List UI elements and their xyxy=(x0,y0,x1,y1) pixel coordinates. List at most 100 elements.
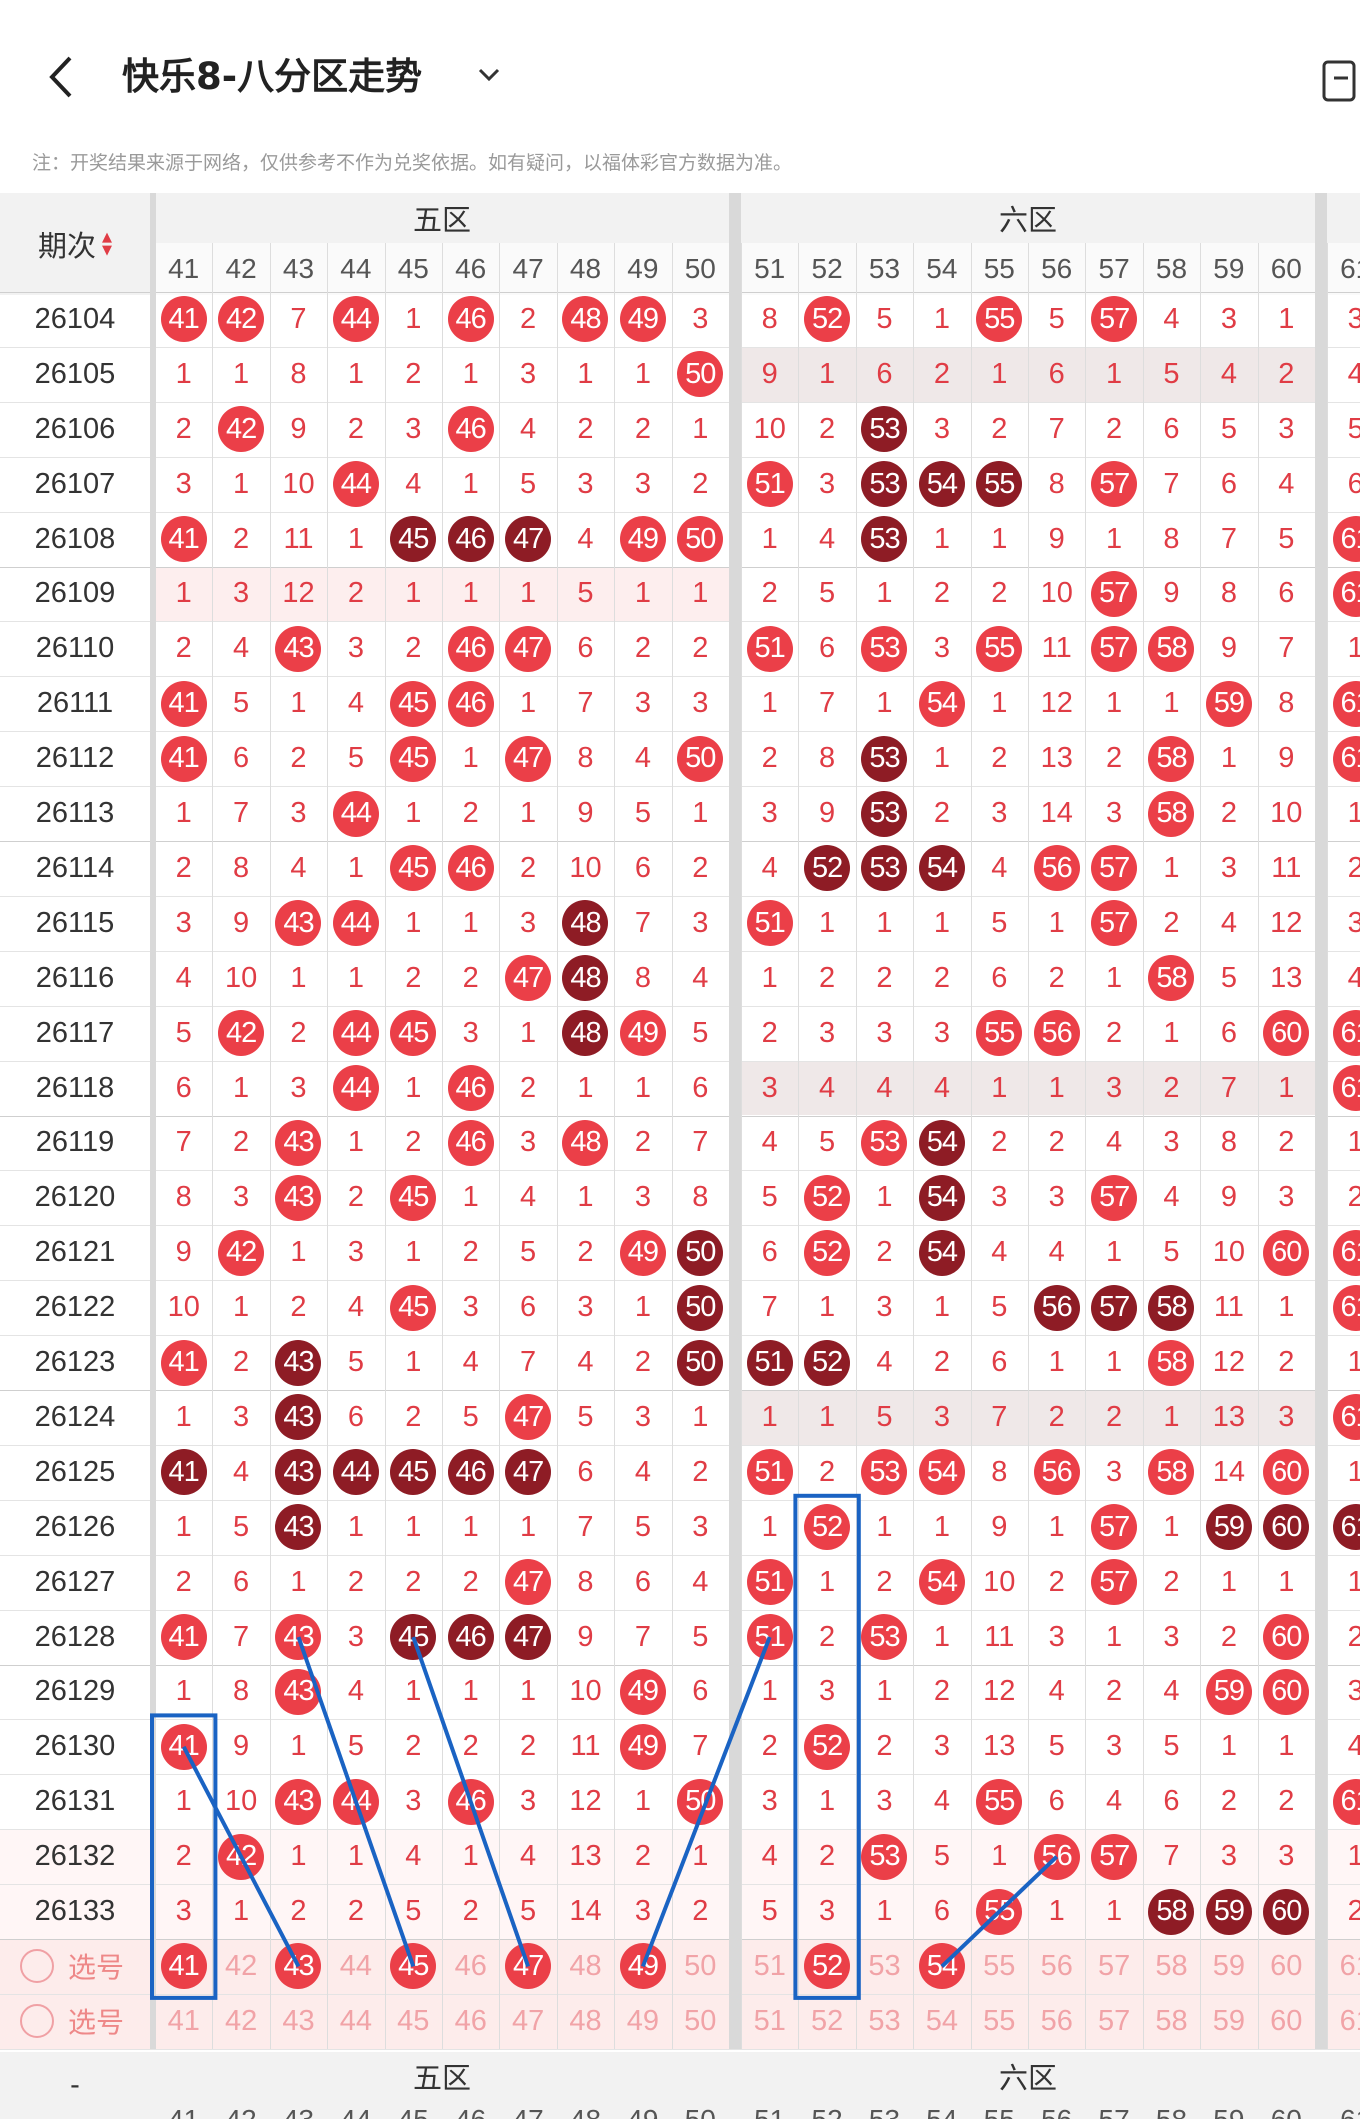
miss-count-cell: 1 xyxy=(933,1510,950,1543)
miss-count-cell: 4 xyxy=(175,961,192,994)
selected-number-ball[interactable]: 47 xyxy=(499,1939,556,1994)
selectable-number[interactable]: 52 xyxy=(798,1994,855,2049)
selectable-number[interactable]: 60 xyxy=(1258,1994,1315,2049)
selectable-number[interactable]: 50 xyxy=(672,1939,729,1994)
drawn-number-ball: 41 xyxy=(160,1339,207,1386)
chevron-down-icon[interactable] xyxy=(474,60,504,90)
drawn-number-ball: 43 xyxy=(275,1668,322,1715)
selectable-number[interactable]: 51 xyxy=(741,1994,798,2049)
ball-cell: 59 xyxy=(1200,1500,1257,1555)
selectable-number[interactable]: 55 xyxy=(971,1994,1028,2049)
selectable-number[interactable]: 58 xyxy=(1143,1939,1200,1994)
miss-count-cell: 5 xyxy=(819,1126,836,1159)
selectable-number[interactable]: 53 xyxy=(856,1939,913,1994)
drawn-number-ball: 60 xyxy=(1263,1010,1310,1057)
miss-count-cell: 2 xyxy=(634,1840,651,1873)
miss-count-cell: 2 xyxy=(876,1730,893,1763)
selectable-number[interactable]: 61 xyxy=(1327,1994,1360,2049)
selected-number-ball[interactable]: 49 xyxy=(614,1939,671,1994)
selectable-number[interactable]: 41 xyxy=(155,1994,212,2049)
miss-count-cell: 3 xyxy=(1220,302,1237,335)
miss-count-cell: 8 xyxy=(233,1675,250,1708)
selectable-number[interactable]: 54 xyxy=(913,1994,970,2049)
miss-count-cell: 3 xyxy=(692,687,709,720)
drawn-number-ball: 55 xyxy=(976,1888,1023,1935)
selectable-number[interactable]: 42 xyxy=(212,1994,269,2049)
ball-cell: 57 xyxy=(1085,841,1142,896)
miss-count-cell: 1 xyxy=(1347,1126,1360,1159)
miss-count-cell: 1 xyxy=(290,1565,307,1598)
period-cell: 26105 xyxy=(34,357,116,390)
selectable-number[interactable]: 42 xyxy=(212,1939,269,1994)
selectable-number[interactable]: 51 xyxy=(741,1939,798,1994)
drawn-number-ball: 43 xyxy=(275,1778,322,1825)
selectable-number[interactable]: 44 xyxy=(327,1994,384,2049)
selectable-number[interactable]: 56 xyxy=(1028,1994,1085,2049)
drawn-number-ball: 61 xyxy=(1332,570,1360,617)
selectable-number[interactable]: 55 xyxy=(971,1939,1028,1994)
selectable-number[interactable]: 46 xyxy=(442,1939,499,1994)
miss-count-cell: 1 xyxy=(405,797,422,830)
selectable-number[interactable]: 59 xyxy=(1200,1939,1257,1994)
miss-count-cell: 11 xyxy=(570,1730,601,1763)
selectable-number[interactable]: 60 xyxy=(1258,1939,1315,1994)
rotate-screen-icon[interactable] xyxy=(1320,58,1360,102)
drawn-number-ball: 60 xyxy=(1263,1504,1310,1551)
selected-number-ball[interactable]: 52 xyxy=(798,1939,855,1994)
selected-number-ball[interactable]: 43 xyxy=(270,1939,327,1994)
selected-number-ball[interactable]: 54 xyxy=(913,1939,970,1994)
ball-cell: 49 xyxy=(614,1665,671,1720)
ball-cell: 57 xyxy=(1085,621,1142,676)
selectable-number[interactable]: 48 xyxy=(557,1939,614,1994)
back-arrow-icon[interactable] xyxy=(40,52,80,102)
miss-count-cell: 1 xyxy=(1220,742,1237,775)
select-number-button[interactable]: 选号 xyxy=(0,1939,150,1994)
miss-count-cell: 13 xyxy=(569,1840,602,1873)
radio-circle-icon[interactable] xyxy=(20,2004,54,2039)
sort-arrow-icon[interactable]: ▲ ▼ xyxy=(102,231,112,257)
miss-count-cell: 1 xyxy=(520,1675,537,1708)
miss-count-cell: 2 xyxy=(692,467,709,500)
selectable-number[interactable]: 43 xyxy=(270,1994,327,2049)
miss-count-cell: 4 xyxy=(520,1181,537,1214)
miss-count-cell: 1 xyxy=(1106,687,1123,720)
selectable-number[interactable]: 56 xyxy=(1028,1939,1085,1994)
miss-count-cell: 5 xyxy=(761,1895,778,1928)
drawn-number-ball: 44 xyxy=(332,296,379,343)
miss-count-cell: 6 xyxy=(1163,1785,1180,1818)
selectable-number[interactable]: 49 xyxy=(614,1994,671,2049)
selectable-number[interactable]: 57 xyxy=(1085,1994,1142,2049)
selectable-number[interactable]: 46 xyxy=(442,1994,499,2049)
drawn-number-ball: 53 xyxy=(861,1119,908,1166)
selectable-number[interactable]: 61 xyxy=(1327,1939,1360,1994)
page-title[interactable]: 快乐8-八分区走势 xyxy=(122,52,422,102)
miss-count-cell: 1 xyxy=(1347,797,1360,830)
ball-cell: 44 xyxy=(327,457,384,512)
selectable-number[interactable]: 50 xyxy=(672,1994,729,2049)
miss-count-cell: 4 xyxy=(1347,961,1360,994)
selectable-number[interactable]: 58 xyxy=(1143,1994,1200,2049)
drawn-number-ball: 55 xyxy=(976,1010,1023,1057)
selectable-number[interactable]: 47 xyxy=(499,1994,556,2049)
selectable-number[interactable]: 45 xyxy=(385,1994,442,2049)
selectable-number[interactable]: 44 xyxy=(327,1939,384,1994)
miss-count-cell: 5 xyxy=(761,1181,778,1214)
selectable-number[interactable]: 53 xyxy=(856,1994,913,2049)
ball-cell: 54 xyxy=(913,1170,970,1225)
selected-number-ball[interactable]: 45 xyxy=(385,1939,442,1994)
period-header[interactable]: 期次 ▲ ▼ xyxy=(0,193,150,295)
miss-count-cell: 3 xyxy=(761,797,778,830)
miss-count-cell: 4 xyxy=(1163,1181,1180,1214)
number-ball: 43 xyxy=(275,1943,322,1990)
ball-cell: 61 xyxy=(1327,1061,1360,1116)
selectable-number[interactable]: 57 xyxy=(1085,1939,1142,1994)
selectable-number[interactable]: 48 xyxy=(557,1994,614,2049)
selected-number-ball[interactable]: 41 xyxy=(155,1939,212,1994)
select-number-button[interactable]: 选号 xyxy=(0,1994,150,2049)
selectable-number[interactable]: 59 xyxy=(1200,1994,1257,2049)
miss-count-cell: 2 xyxy=(1347,1895,1360,1928)
drawn-number-ball: 50 xyxy=(677,1778,724,1825)
drawn-number-ball: 54 xyxy=(918,1174,965,1221)
radio-circle-icon[interactable] xyxy=(20,1949,54,1984)
miss-count-cell: 1 xyxy=(634,577,651,610)
